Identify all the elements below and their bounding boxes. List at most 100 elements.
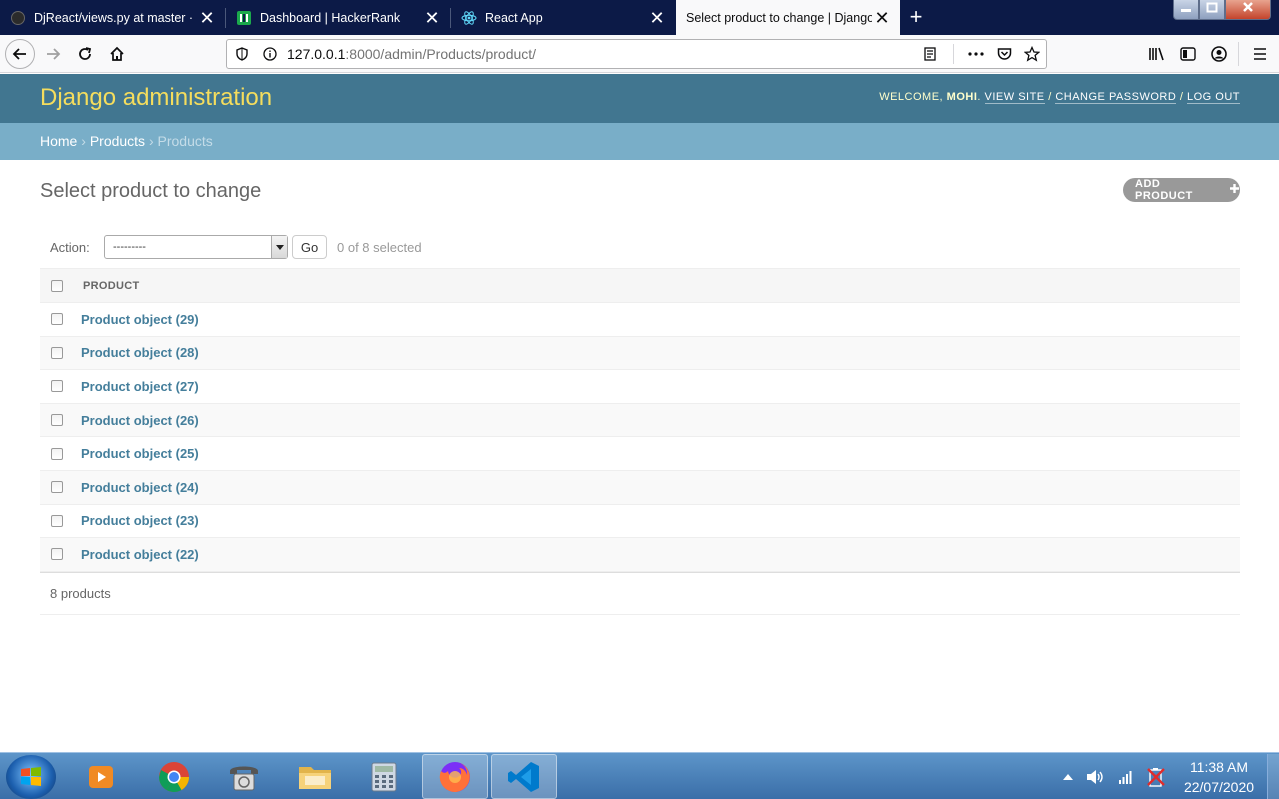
media-player-icon — [89, 765, 113, 788]
tab-github[interactable]: DjReact/views.py at master · m ✕ — [0, 0, 225, 35]
tab-title: DjReact/views.py at master · m — [34, 10, 197, 25]
taskbar-vscode[interactable] — [491, 754, 557, 799]
product-link[interactable]: Product object (28) — [81, 345, 199, 360]
product-link[interactable]: Product object (25) — [81, 446, 199, 461]
folder-icon — [299, 766, 331, 789]
close-icon[interactable]: ✕ — [197, 9, 217, 27]
close-icon[interactable]: ✕ — [422, 9, 442, 27]
product-link[interactable]: Product object (24) — [81, 480, 199, 495]
window-controls — [1173, 0, 1271, 20]
row-checkbox[interactable] — [51, 481, 63, 494]
show-desktop-button[interactable] — [1267, 753, 1279, 799]
site-branding[interactable]: Django administration — [40, 84, 272, 112]
taskbar-file-explorer[interactable] — [282, 754, 348, 799]
add-product-button[interactable]: Add product — [1123, 178, 1240, 202]
info-icon[interactable] — [263, 47, 279, 61]
tab-react-app[interactable]: React App ✕ — [451, 0, 675, 35]
table-row: Product object (25) — [40, 437, 1240, 471]
chevron-up-icon[interactable] — [1057, 773, 1079, 780]
taskbar-chrome[interactable] — [141, 754, 207, 799]
new-tab-button[interactable]: + — [904, 4, 928, 30]
library-icon[interactable] — [1144, 41, 1170, 67]
breadcrumb-separator: › — [81, 133, 90, 149]
close-icon[interactable]: ✕ — [647, 9, 667, 27]
product-link[interactable]: Product object (26) — [81, 413, 199, 428]
table-row: Product object (26) — [40, 403, 1240, 438]
taskbar-calculator[interactable] — [351, 754, 417, 799]
window-close-button[interactable] — [1225, 0, 1271, 20]
home-button[interactable] — [104, 41, 130, 67]
log-out-link[interactable]: Log out — [1186, 91, 1240, 104]
row-checkbox[interactable] — [51, 414, 63, 427]
browser-toolbar: 127.0.0.1:8000/admin/Products/product/ — [0, 35, 1279, 73]
taskbar-phone[interactable] — [211, 754, 277, 799]
chrome-icon — [159, 761, 189, 792]
shield-icon[interactable] — [235, 47, 251, 61]
product-link[interactable]: Product object (23) — [81, 513, 199, 528]
vscode-icon — [508, 761, 539, 792]
pocket-icon[interactable] — [990, 47, 1018, 61]
browser-tabstrip: DjReact/views.py at master · m ✕ Dashboa… — [0, 0, 1279, 35]
page-actions-icon[interactable] — [962, 52, 990, 56]
action-label: Action: — [50, 239, 90, 255]
close-icon[interactable]: ✕ — [872, 9, 892, 27]
calculator-icon — [371, 762, 397, 791]
reload-button[interactable] — [72, 41, 98, 67]
battery-alert-icon[interactable] — [1141, 767, 1171, 787]
add-product-label: Add product — [1135, 178, 1193, 202]
breadcrumb-current: Products — [157, 133, 213, 149]
tab-title: React App — [485, 10, 543, 25]
system-tray: 11:38 AM 22/07/2020 — [1057, 753, 1279, 799]
bookmark-star-icon[interactable] — [1018, 46, 1046, 62]
url-text[interactable]: 127.0.0.1:8000/admin/Products/product/ — [287, 46, 536, 62]
breadcrumb-home[interactable]: Home — [40, 133, 77, 149]
table-row: Product object (23) — [40, 505, 1240, 539]
network-signal-icon[interactable] — [1111, 770, 1141, 784]
account-icon[interactable] — [1206, 41, 1232, 67]
reader-view-icon[interactable] — [915, 47, 945, 61]
url-path: :8000/admin/Products/product/ — [345, 46, 537, 62]
volume-icon[interactable] — [1079, 769, 1111, 785]
forward-button[interactable] — [40, 41, 66, 67]
select-all-checkbox[interactable] — [51, 279, 63, 292]
hamburger-menu-icon[interactable] — [1247, 41, 1273, 67]
tab-hackerrank[interactable]: Dashboard | HackerRank ✕ — [226, 0, 450, 35]
breadcrumb-app[interactable]: Products — [90, 133, 145, 149]
go-button[interactable]: Go — [292, 235, 327, 259]
paginator: 8 products — [40, 571, 1240, 615]
maximize-button[interactable] — [1199, 0, 1225, 20]
chevron-down-icon[interactable] — [271, 236, 287, 258]
row-checkbox[interactable] — [51, 380, 63, 393]
sidebar-icon[interactable] — [1175, 41, 1201, 67]
product-link[interactable]: Product object (22) — [81, 547, 199, 562]
column-header-product[interactable]: Product — [83, 280, 140, 292]
product-link[interactable]: Product object (29) — [81, 312, 199, 327]
table-row: Product object (22) — [40, 538, 1240, 572]
row-checkbox[interactable] — [51, 313, 63, 326]
hackerrank-icon — [236, 10, 252, 26]
tab-title: Select product to change | Django — [686, 10, 872, 25]
breadcrumb-separator: › — [148, 133, 158, 149]
selected-count: 0 of 8 selected — [337, 239, 422, 255]
taskbar-firefox[interactable] — [422, 754, 488, 799]
breadcrumb: Home › Products › Products — [0, 123, 1279, 160]
table-row: Product object (24) — [40, 470, 1240, 505]
action-select[interactable]: --------- — [104, 235, 288, 259]
view-site-link[interactable]: View site — [984, 91, 1045, 104]
change-password-link[interactable]: Change password — [1055, 91, 1177, 104]
back-button[interactable] — [5, 39, 35, 69]
row-checkbox[interactable] — [51, 346, 63, 359]
react-icon — [461, 10, 477, 26]
row-checkbox[interactable] — [51, 548, 63, 561]
minimize-button[interactable] — [1173, 0, 1199, 20]
action-bar: Action: --------- Go 0 of 8 selected — [40, 234, 1240, 260]
start-button[interactable] — [6, 755, 56, 799]
address-bar[interactable]: 127.0.0.1:8000/admin/Products/product/ — [226, 39, 1047, 69]
product-link[interactable]: Product object (27) — [81, 379, 199, 394]
clock[interactable]: 11:38 AM 22/07/2020 — [1171, 757, 1267, 797]
row-checkbox[interactable] — [51, 514, 63, 527]
row-checkbox[interactable] — [51, 447, 63, 460]
firefox-icon — [439, 761, 470, 792]
tab-django-admin[interactable]: Select product to change | Django ✕ — [676, 0, 900, 35]
taskbar-media-player[interactable] — [68, 754, 134, 799]
